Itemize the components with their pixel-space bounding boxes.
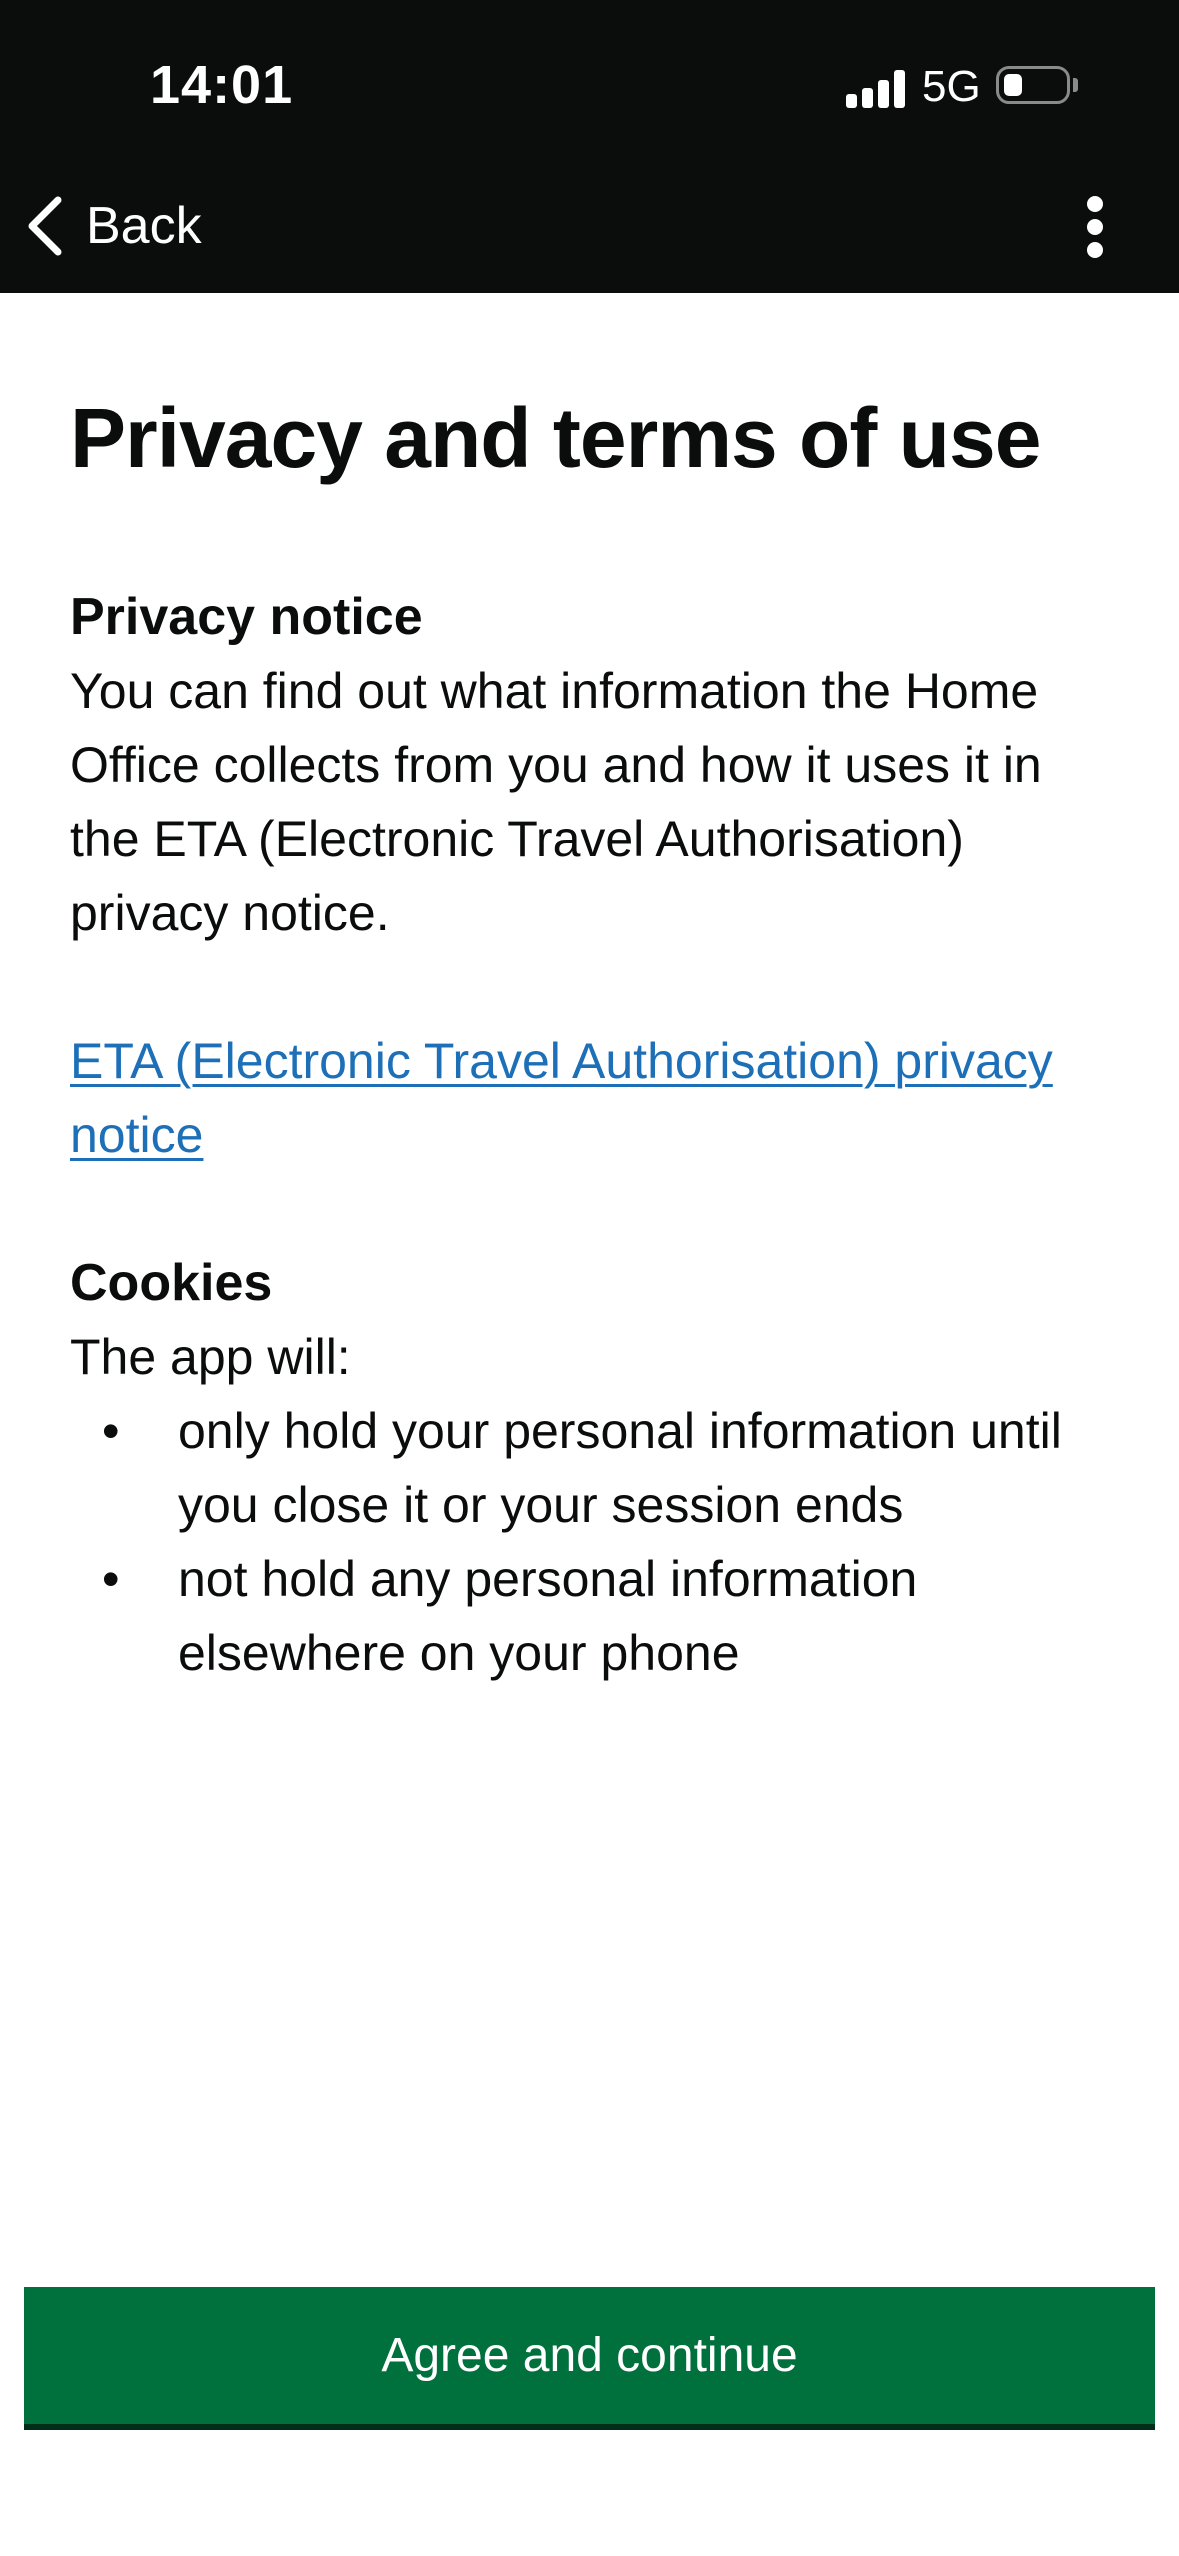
- agree-and-continue-button[interactable]: Agree and continue: [24, 2287, 1155, 2424]
- back-label: Back: [86, 197, 202, 255]
- list-item: not hold any personal information elsewh…: [70, 1542, 1120, 1690]
- network-type: 5G: [922, 62, 981, 111]
- page-title: Privacy and terms of use: [70, 391, 1041, 485]
- cookies-intro: The app will:: [70, 1329, 351, 1385]
- back-button[interactable]: Back: [22, 190, 202, 262]
- main-content: Privacy and terms of use Privacy notice …: [70, 380, 1120, 1690]
- battery-tip: [1073, 78, 1078, 92]
- privacy-notice-link[interactable]: ETA (Electronic Travel Authorisation) pr…: [70, 1024, 1120, 1172]
- privacy-heading: Privacy notice: [70, 588, 423, 646]
- privacy-body: You can find out what information the Ho…: [70, 663, 1042, 941]
- cookies-list: only hold your personal information unti…: [70, 1394, 1120, 1690]
- cookies-heading: Cookies: [70, 1254, 273, 1312]
- more-dot: [1087, 219, 1103, 235]
- battery-level: [1004, 74, 1022, 96]
- more-dot: [1087, 242, 1103, 258]
- more-menu-button[interactable]: [1070, 192, 1120, 262]
- top-bar: 14:01 5G Back: [0, 0, 1179, 293]
- cellular-signal-icon: [846, 68, 906, 108]
- status-time: 14:01: [150, 55, 294, 115]
- list-item: only hold your personal information unti…: [70, 1394, 1120, 1542]
- screen: 14:01 5G Back Privacy and terms of use P…: [0, 0, 1179, 2556]
- battery-icon: [996, 66, 1070, 104]
- chevron-left-icon: [28, 196, 62, 256]
- more-vertical-icon: [1087, 196, 1103, 212]
